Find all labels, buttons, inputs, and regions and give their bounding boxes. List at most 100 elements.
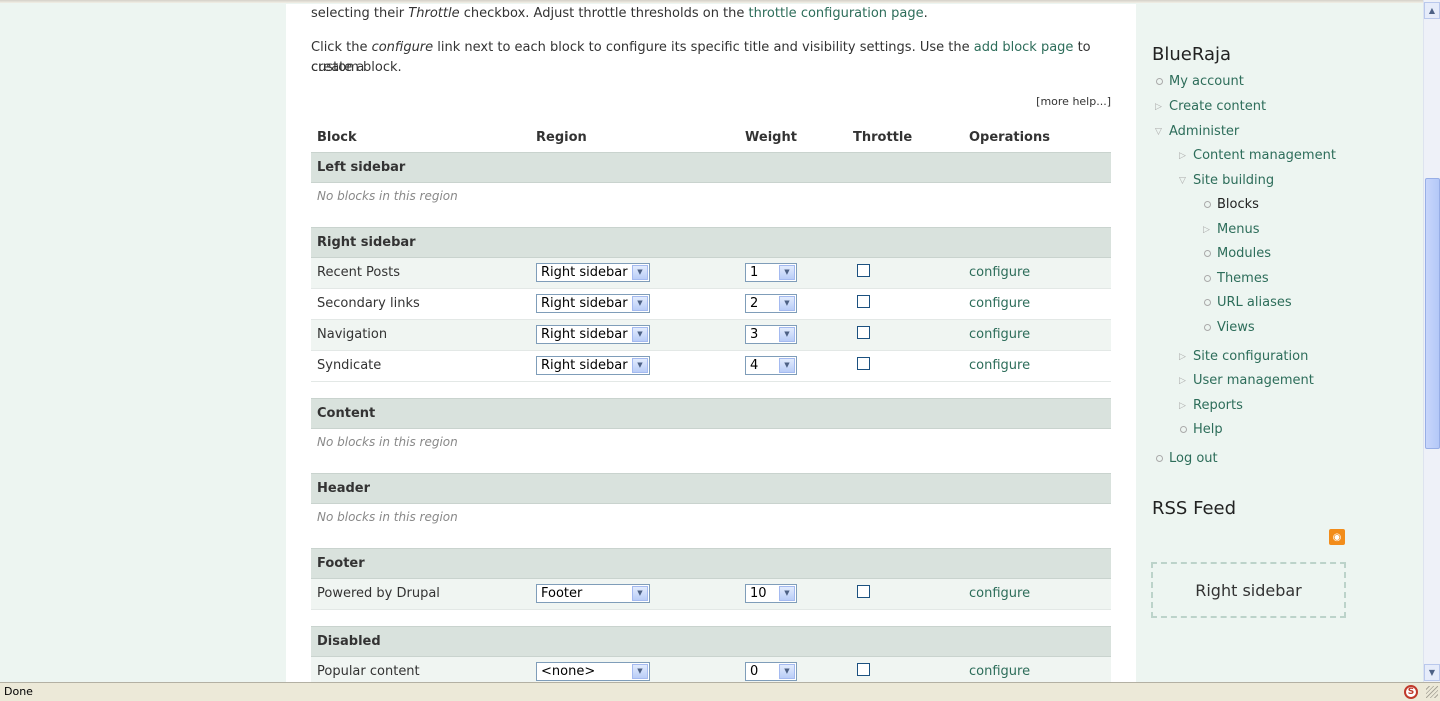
scrollbar-thumb[interactable] [1425,178,1440,449]
menu-item-reports[interactable]: ▷ Reports [1179,398,1243,413]
region-select-value: Right sidebar [541,358,628,373]
weight-select[interactable]: 0 ▼ [745,662,797,681]
menu-item-site-configuration[interactable]: ▷ Site configuration [1179,349,1308,364]
region-select[interactable]: Footer ▼ [536,584,650,603]
chevron-down-icon: ▼ [779,296,795,311]
chevron-down-icon: ▼ [779,327,795,342]
resize-grip-icon[interactable] [1426,686,1438,698]
menu-item-user-management[interactable]: ▷ User management [1179,373,1314,388]
intro-text: selecting their [311,6,409,21]
menu-item-content-management[interactable]: ▷ Content management [1179,148,1336,163]
region-select[interactable]: Right sidebar ▼ [536,356,650,375]
configure-link[interactable]: configure [969,664,1030,679]
weight-select-value: 2 [750,296,759,311]
block-name: Popular content [311,656,530,682]
intro-text: link next to each block to configure its… [433,40,974,55]
region-select-value: Right sidebar [541,296,628,311]
rss-block-title: RSS Feed [1152,498,1237,519]
menu-item-create-content[interactable]: ▷ Create content [1155,99,1266,114]
configure-link[interactable]: configure [969,358,1030,373]
region-spacer [311,381,1111,398]
triangle-down-icon: ▽ [1155,127,1162,137]
intro-text: Click the [311,40,372,55]
weight-select-value: 0 [750,664,759,679]
throttle-checkbox[interactable] [857,264,870,277]
circle-icon [1204,299,1211,306]
region-select[interactable]: <none> ▼ [536,662,650,681]
region-select-value: Right sidebar [541,327,628,342]
menu-item-url-aliases[interactable]: URL aliases [1204,295,1292,310]
region-select[interactable]: Right sidebar ▼ [536,294,650,313]
blocks-table: Block Region Weight Throttle Operations … [311,124,1111,682]
chevron-down-icon: ▼ [632,358,648,373]
region-select[interactable]: Right sidebar ▼ [536,325,650,344]
weight-select[interactable]: 2 ▼ [745,294,797,313]
weight-select[interactable]: 4 ▼ [745,356,797,375]
table-header-row: Block Region Weight Throttle Operations [311,124,1111,152]
region-header-right-sidebar: Right sidebar [311,226,1111,258]
block-name: Syndicate [311,350,530,382]
menu-item-views[interactable]: Views [1204,320,1255,335]
chevron-down-icon: ▼ [632,327,648,342]
throttle-checkbox[interactable] [857,326,870,339]
throttle-config-link[interactable]: throttle configuration page [749,6,924,21]
region-header-disabled: Disabled [311,625,1111,657]
chevron-down-icon: ▼ [779,265,795,280]
status-text: Done [4,685,33,698]
circle-icon [1204,201,1211,208]
header-block: Block [317,130,357,146]
region-header-content: Content [311,397,1111,429]
region-select-value: Right sidebar [541,265,628,280]
throttle-checkbox[interactable] [857,357,870,370]
intro-text: checkbox. Adjust throttle thresholds on … [459,6,749,21]
scroll-up-icon[interactable]: ▲ [1424,2,1440,19]
menu-item-themes[interactable]: Themes [1204,271,1269,286]
triangle-right-icon: ▷ [1179,401,1186,411]
vertical-scrollbar[interactable]: ▲ ▼ [1423,0,1440,682]
chevron-down-icon: ▼ [632,296,648,311]
weight-select[interactable]: 10 ▼ [745,584,797,603]
menu-item-my-account[interactable]: My account [1156,74,1244,89]
add-block-link[interactable]: add block page [974,40,1074,55]
configure-link[interactable]: configure [969,265,1030,280]
menu-item-site-building[interactable]: ▽ Site building [1179,173,1274,188]
region-select-value: Footer [541,586,583,601]
table-row: Syndicate Right sidebar ▼ 4 ▼ configure [311,350,1111,382]
menu-item-modules[interactable]: Modules [1204,246,1271,261]
chevron-down-icon: ▼ [632,265,648,280]
circle-icon [1156,455,1163,462]
scroll-down-icon[interactable]: ▼ [1424,664,1440,681]
configure-link[interactable]: configure [969,586,1030,601]
block-name: Secondary links [311,288,530,320]
user-block-title: BlueRaja [1152,44,1232,65]
weight-select-value: 3 [750,327,759,342]
rss-feed-icon[interactable]: ◉ [1329,529,1345,545]
configure-link[interactable]: configure [969,296,1030,311]
weight-select[interactable]: 3 ▼ [745,325,797,344]
configure-link[interactable]: configure [969,327,1030,342]
security-shield-icon[interactable]: S [1404,685,1418,699]
chevron-down-icon: ▼ [779,664,795,679]
region-select[interactable]: Right sidebar ▼ [536,263,650,282]
block-name: Powered by Drupal [311,578,530,610]
region-header-left-sidebar: Left sidebar [311,151,1111,183]
menu-item-administer[interactable]: ▽ Administer [1155,124,1239,139]
circle-icon [1204,250,1211,257]
menu-item-log-out[interactable]: Log out [1156,451,1218,466]
weight-select-value: 10 [750,586,767,601]
header-region: Region [536,130,587,146]
block-name: Navigation [311,319,530,351]
menu-item-blocks[interactable]: Blocks [1204,197,1259,212]
circle-icon [1156,78,1163,85]
throttle-checkbox[interactable] [857,295,870,308]
menu-item-help[interactable]: Help [1180,422,1223,437]
throttle-checkbox[interactable] [857,663,870,676]
chevron-down-icon: ▼ [632,664,648,679]
more-help-link[interactable]: [more help...] [1036,95,1111,108]
throttle-checkbox[interactable] [857,585,870,598]
block-name: Recent Posts [311,257,530,289]
menu-item-menus[interactable]: ▷ Menus [1203,222,1259,237]
weight-select[interactable]: 1 ▼ [745,263,797,282]
region-select-value: <none> [541,664,596,679]
region-spacer [311,609,1111,626]
